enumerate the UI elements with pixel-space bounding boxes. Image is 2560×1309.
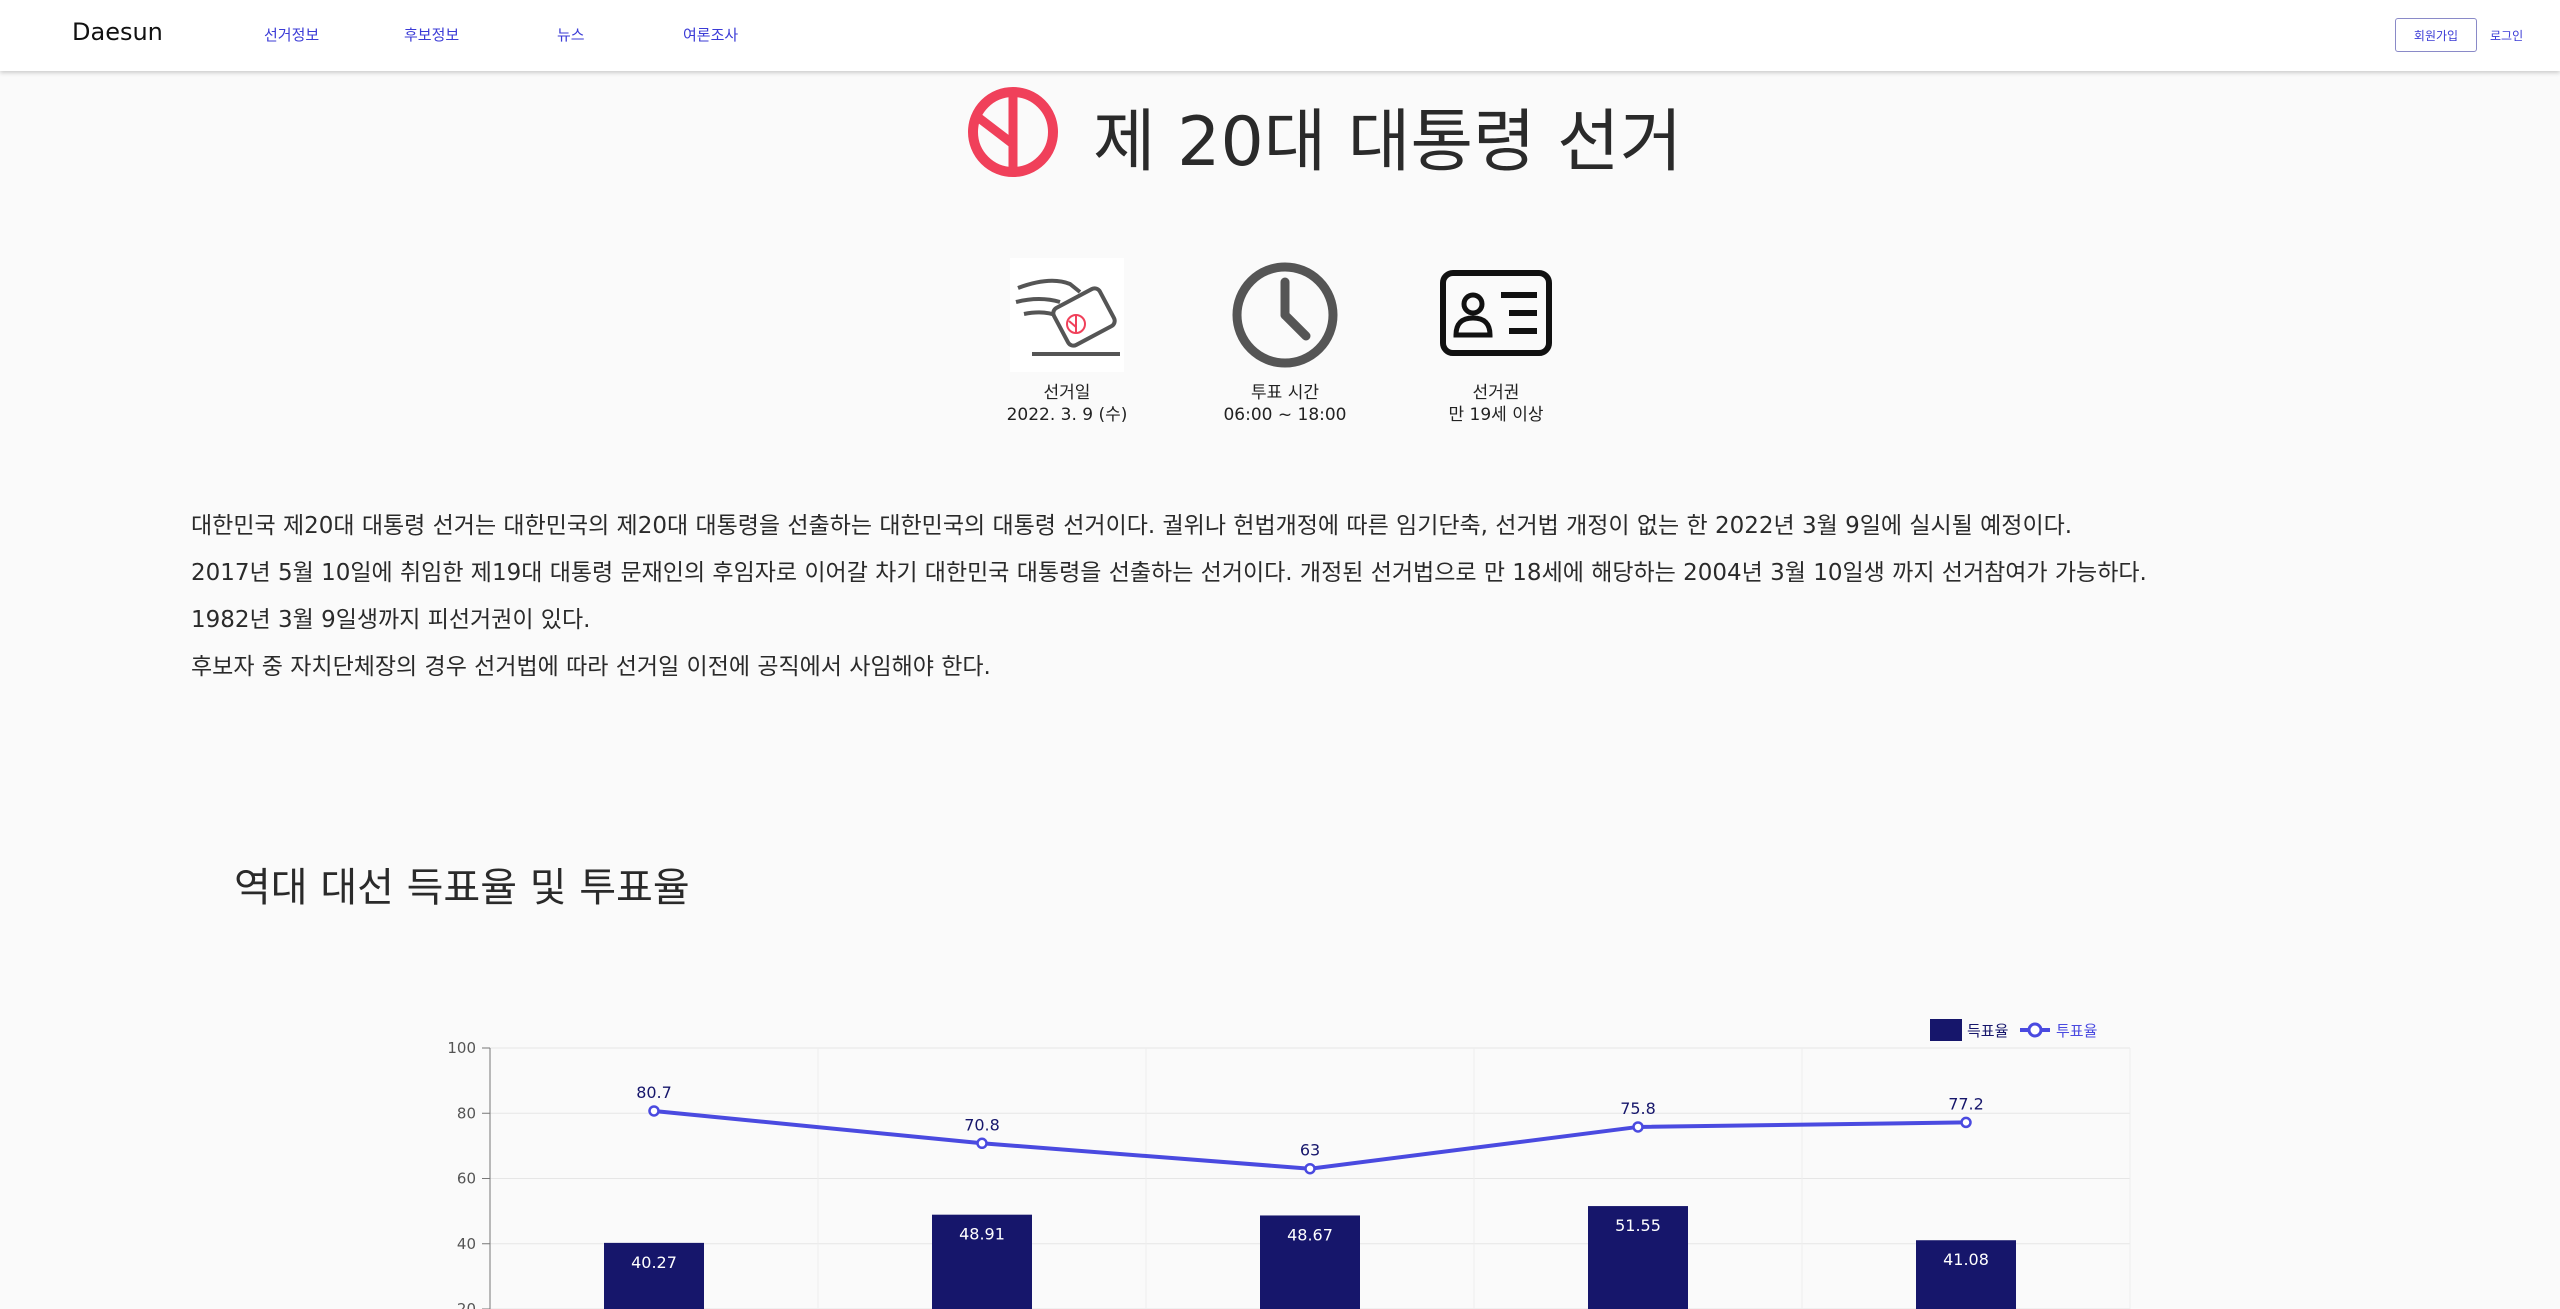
nav-link-election-info[interactable]: 선거정보 (264, 24, 319, 45)
line-data-label: 70.8 (964, 1115, 1000, 1134)
line-data-label: 75.8 (1620, 1099, 1656, 1118)
line-point (1632, 1121, 1644, 1133)
brand-logo[interactable]: Daesun (72, 18, 163, 46)
legend-swatch-bar (1930, 1019, 1962, 1041)
line-data-label: 80.7 (636, 1083, 672, 1102)
y-tick-label: 80 (457, 1104, 476, 1122)
bar-data-label: 40.27 (631, 1253, 677, 1272)
line-data-label: 77.2 (1948, 1094, 1984, 1113)
legend-swatch-marker (2027, 1022, 2043, 1038)
nav-link-polls[interactable]: 여론조사 (683, 24, 738, 45)
line-point (1304, 1162, 1316, 1175)
signup-button[interactable]: 회원가입 (2395, 18, 2477, 52)
line-point (1960, 1116, 1972, 1129)
turnout-chart: 20 40 60 80 100 40.27 48.91 48.67 51.55 41.08 80.7… (447, 1019, 2131, 1309)
y-tick-label: 40 (457, 1235, 476, 1253)
y-tick-label: 60 (457, 1170, 476, 1188)
legend-label-bar: 득표율 (1967, 1022, 2008, 1040)
line-point (976, 1137, 988, 1150)
legend-label-line: 투표율 (2056, 1022, 2097, 1040)
line-point (648, 1105, 660, 1117)
y-tick-label: 100 (447, 1039, 476, 1057)
nav-link-candidate-info[interactable]: 후보정보 (404, 24, 459, 45)
bar-data-label: 48.67 (1287, 1225, 1333, 1244)
line-data-label: 63 (1300, 1141, 1320, 1160)
login-link[interactable]: 로그인 (2490, 27, 2523, 44)
nav-link-news[interactable]: 뉴스 (557, 24, 585, 45)
bar-data-label: 41.08 (1943, 1250, 1989, 1269)
bar-data-label: 48.91 (959, 1225, 1005, 1244)
y-tick-label: 20 (457, 1300, 476, 1309)
top-navbar: Daesun 선거정보 후보정보 뉴스 여론조사 회원가입 로그인 (0, 0, 2560, 71)
bar-data-label: 51.55 (1615, 1216, 1661, 1235)
